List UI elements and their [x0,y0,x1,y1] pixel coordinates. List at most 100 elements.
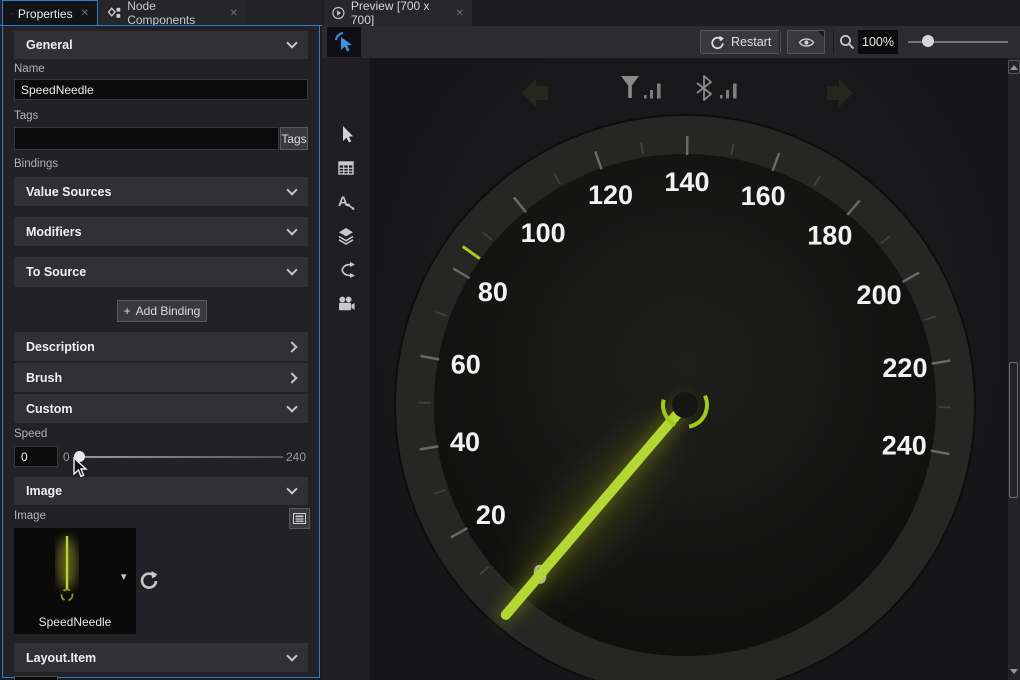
section-title: Image [26,484,62,498]
visibility-button[interactable] [787,30,825,54]
section-to-source[interactable]: To Source [14,257,308,287]
section-modifiers[interactable]: Modifiers [14,217,308,246]
cursor-click-icon [334,32,354,52]
svg-text:140: 140 [664,167,709,197]
section-brush[interactable]: Brush [14,363,308,392]
image-dropdown-caret[interactable]: ▾ [121,570,127,583]
needle-preview-image [14,528,136,612]
tab-node-components[interactable]: Node Components ✕ [100,0,246,26]
gauge-status-icons [522,76,853,107]
chevron-right-icon [286,372,297,383]
close-icon[interactable]: ✕ [456,8,464,19]
signal-strength-icon [621,76,661,99]
chevron-down-icon [286,483,297,494]
dropdown-corner-icon [817,30,825,38]
chevron-down-icon [286,184,297,195]
section-title: Custom [26,402,73,416]
section-title: Brush [26,371,62,385]
toolbar-separator [779,30,780,54]
image-name-caption: SpeedNeedle [14,615,136,629]
left-tabbar: Properties ✕ Node Components ✕ [0,0,322,26]
close-icon[interactable]: ✕ [81,8,89,19]
toolbar-separator [833,30,834,54]
tool-select-click[interactable] [327,27,361,57]
restart-label: Restart [731,35,771,49]
chevron-down-icon [286,37,297,48]
svg-text:240: 240 [882,431,927,461]
preview-toolbar: Restart 100% [322,26,1020,58]
section-general[interactable]: General [14,31,308,59]
bluetooth-icon [697,76,737,100]
svg-text:60: 60 [451,349,481,379]
section-title: Value Sources [26,185,111,199]
partial-field [14,676,58,680]
preview-tabbar: Preview [700 x 700] ✕ [322,0,1020,26]
svg-text:120: 120 [588,180,633,210]
section-title: Modifiers [26,225,82,239]
svg-text:220: 220 [882,353,927,383]
section-layout-item[interactable]: Layout.Item [14,643,308,672]
svg-text:200: 200 [857,280,902,310]
section-value-sources[interactable]: Value Sources [14,177,308,206]
chevron-down-icon [286,224,297,235]
bindings-label: Bindings [14,158,58,170]
table-tool-icon[interactable] [336,158,356,178]
image-thumbnail[interactable]: SpeedNeedle [14,528,136,634]
tab-label: Preview [700 x 700] [351,0,448,27]
preview-canvas[interactable]: 020406080100120140160180200220240 [370,58,1008,680]
tab-properties[interactable]: Properties ✕ [2,0,98,26]
camera-tool-icon[interactable] [336,294,356,314]
node-components-icon [108,7,121,19]
plus-icon: + [124,304,131,318]
svg-text:180: 180 [807,220,852,250]
scroll-down-button[interactable] [1008,664,1020,678]
section-image[interactable]: Image [14,477,308,505]
pointer-tool-icon[interactable] [336,124,356,144]
speed-slider-track[interactable] [80,456,283,458]
svg-text:80: 80 [478,277,508,307]
tab-preview[interactable]: Preview [700 x 700] ✕ [324,0,472,26]
svg-text:40: 40 [450,427,480,457]
chevron-down-icon [286,401,297,412]
tags-input[interactable] [14,127,279,150]
layers-tool-icon[interactable] [336,226,356,246]
state-branch-tool-icon[interactable] [336,260,356,280]
speed-value-input[interactable] [14,446,58,467]
vertical-scrollbar[interactable] [1008,58,1020,680]
name-input[interactable] [14,79,308,100]
zoom-level-value[interactable]: 100% [858,30,898,54]
zoom-magnifier-icon [839,34,855,50]
zoom-slider-thumb[interactable] [922,35,934,47]
section-title: General [26,38,73,52]
restart-icon [710,35,725,50]
section-description[interactable]: Description [14,332,308,361]
scroll-up-button[interactable] [1008,60,1020,74]
preview-tool-strip: A [322,58,370,680]
tags-label: Tags [14,110,38,122]
scrollbar-thumb[interactable] [1009,362,1018,498]
play-circle-icon [332,6,345,20]
section-title: Description [26,340,95,354]
speed-label: Speed [14,428,47,440]
section-custom[interactable]: Custom [14,394,308,423]
svg-text:160: 160 [741,181,786,211]
scroll-up-icon [1010,65,1018,70]
scroll-down-icon [1010,669,1018,674]
image-label: Image [14,510,46,522]
tab-label: Properties [18,7,73,21]
svg-text:20: 20 [476,500,506,530]
image-panel-button[interactable] [289,508,310,529]
tags-button[interactable]: Tags [280,127,308,150]
chevron-down-icon [286,264,297,275]
close-icon[interactable]: ✕ [230,8,238,19]
reset-image-icon[interactable] [139,570,159,590]
svg-text:A: A [338,193,348,209]
chevron-down-icon [286,650,297,661]
tab-label: Node Components [127,0,221,27]
restart-button[interactable]: Restart [700,30,781,54]
turn-right-arrow-icon [827,79,853,107]
add-binding-button[interactable]: + Add Binding [117,300,207,322]
text-tool-icon[interactable]: A [336,192,356,212]
add-binding-label: Add Binding [136,304,201,318]
eye-icon [798,36,815,49]
